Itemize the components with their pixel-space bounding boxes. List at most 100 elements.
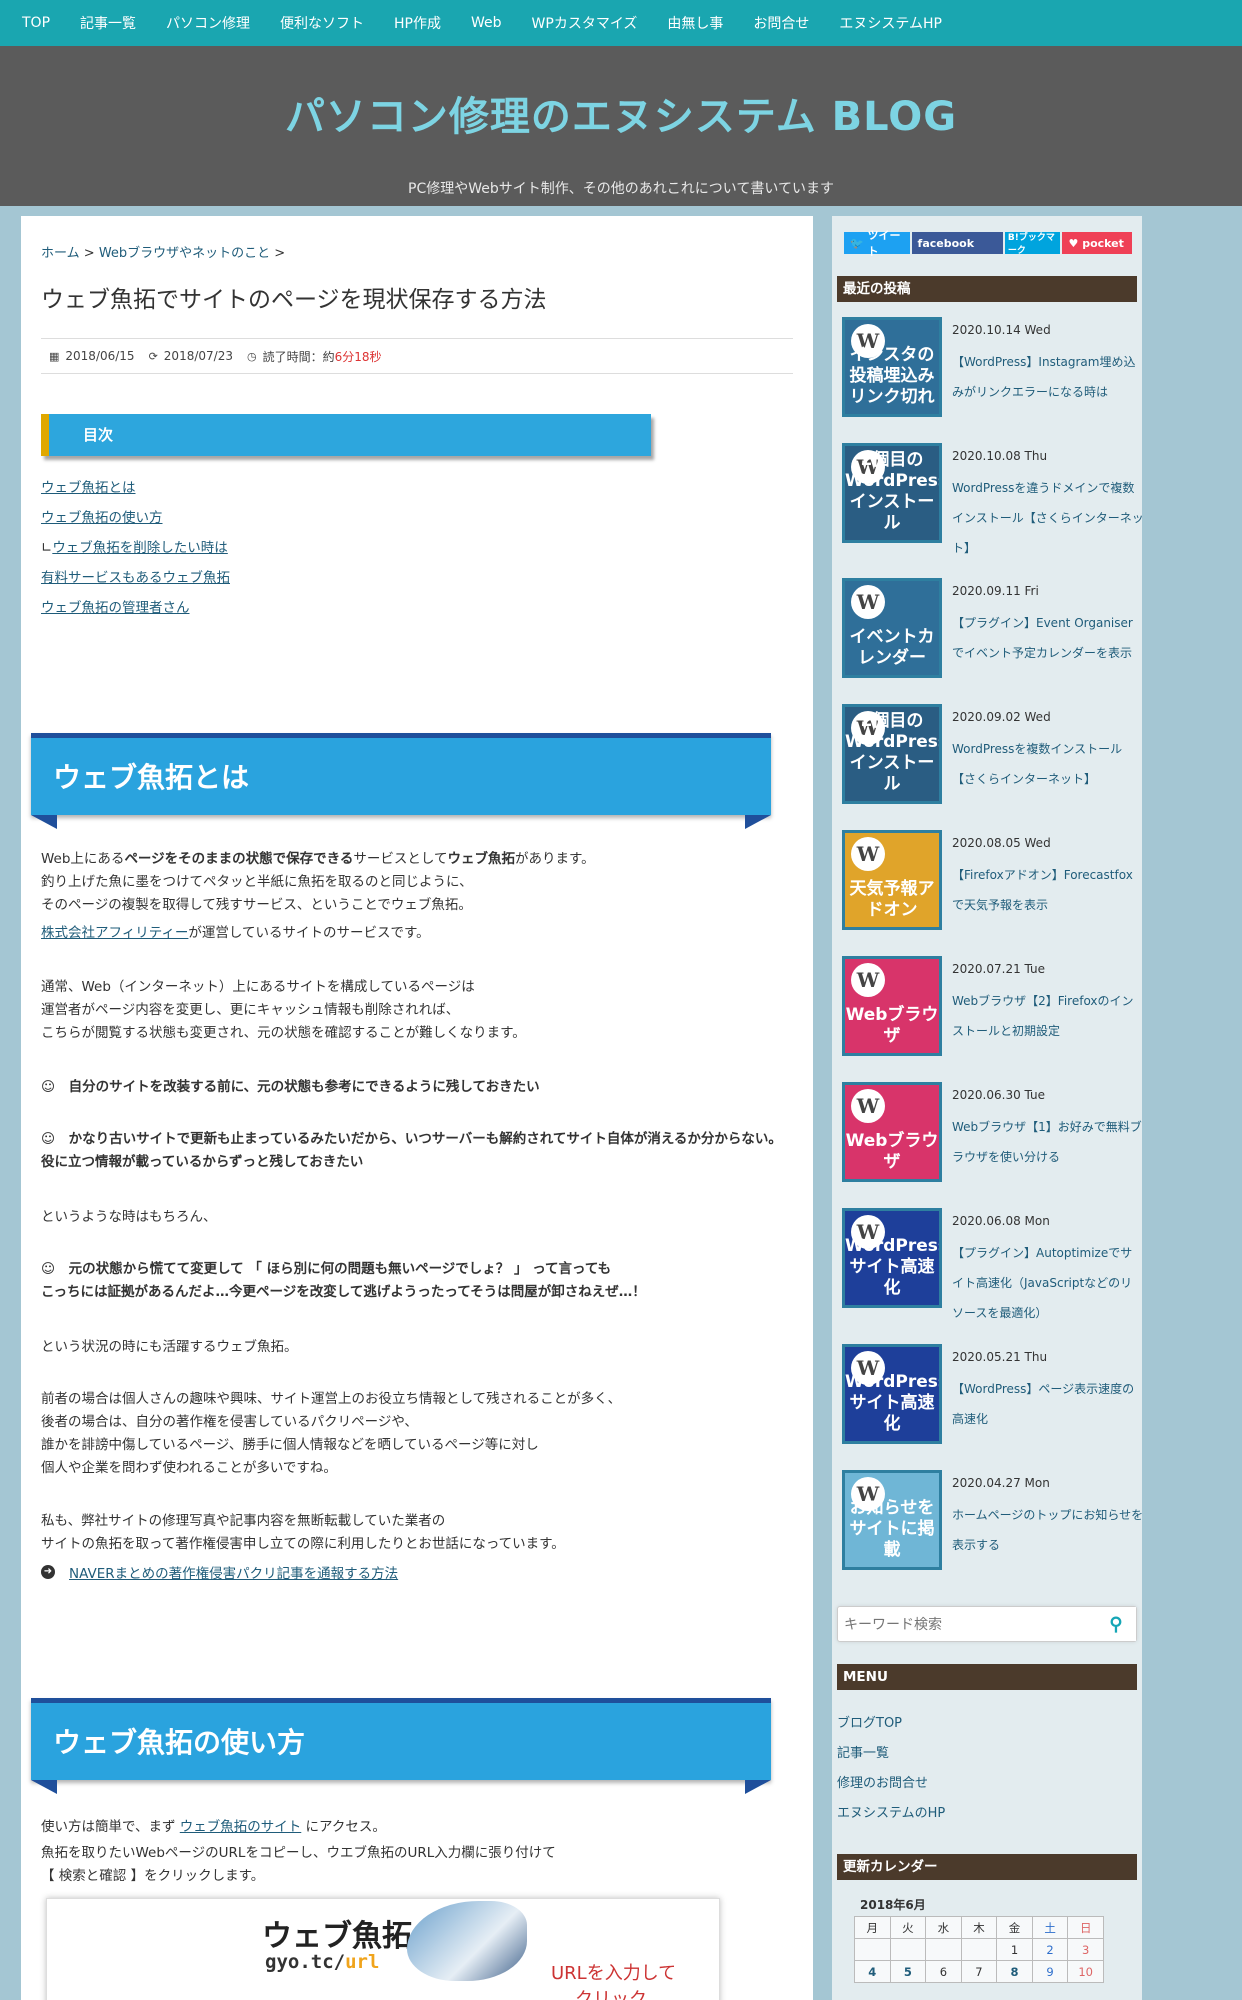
read-time-label: 読了時間：約 bbox=[262, 349, 335, 364]
wordpress-icon: W bbox=[851, 837, 885, 871]
post-thumbnail[interactable]: W Webブラウザ bbox=[842, 956, 942, 1056]
screenshot-note: URLを入力して クリック bbox=[551, 1963, 677, 2000]
menu-link-contact[interactable]: 修理のお問合せ bbox=[837, 1772, 928, 1791]
paragraph: 前者の場合は個人さんの趣味や興味、サイト運営上のお役立ち情報として残されることが… bbox=[41, 1391, 622, 1476]
search-form: ⚲ bbox=[837, 1606, 1137, 1642]
search-button[interactable]: ⚲ bbox=[1096, 1607, 1136, 1641]
post-title: ウェブ魚拓でサイトのページを現状保存する方法 bbox=[41, 287, 547, 313]
fish-icon bbox=[407, 1901, 527, 1981]
post-thumbnail[interactable]: W イベントカレンダー bbox=[842, 578, 942, 678]
recent-posts-title: 最近の投稿 bbox=[837, 276, 1137, 302]
toc-link[interactable]: ウェブ魚拓とは bbox=[41, 476, 136, 496]
post-meta: ▦ 2018/06/15 ⟳ 2018/07/23 ◷ 読了時間：約 6分18秒 bbox=[41, 338, 793, 374]
recent-post-title[interactable]: WordPressを違うドメインで複数インストール【さくらインターネット】 bbox=[952, 473, 1142, 563]
naver-article-link[interactable]: NAVERまとめの著作権侵害パクリ記事を通報する方法 bbox=[69, 1562, 398, 1582]
toc-title: 目次 bbox=[83, 426, 114, 444]
calendar-title: 更新カレンダー bbox=[837, 1854, 1137, 1880]
paragraph: 魚拓を取りたいWebページのURLをコピーし、ウエブ魚拓のURL入力欄に張り付け… bbox=[41, 1845, 556, 1884]
recent-post-title[interactable]: 【プラグイン】Autoptimizeでサイト高速化（JavaScriptなどのリ… bbox=[952, 1238, 1142, 1328]
search-input[interactable] bbox=[844, 1613, 1094, 1637]
hatena-bookmark-button[interactable]: B!ブックマーク bbox=[1004, 232, 1061, 256]
toc-link[interactable]: ウェブ魚拓の管理者さん bbox=[41, 596, 190, 616]
recent-post-title[interactable]: Webブラウザ【1】お好みで無料ブラウザを使い分ける bbox=[952, 1112, 1142, 1172]
nav-item-misc[interactable]: 由無し事 bbox=[667, 13, 723, 33]
breadcrumb: ホーム > Webブラウザやネットのこと > bbox=[41, 242, 285, 261]
nav-item-web[interactable]: Web bbox=[471, 15, 502, 31]
recent-post-title[interactable]: 【Firefoxアドオン】Forecastfoxで天気予報を表示 bbox=[952, 860, 1142, 920]
quote: ☺ 自分のサイトを改装する前に、元の状態も参考にできるように残しておきたい bbox=[41, 1079, 540, 1095]
recent-post-title[interactable]: ホームページのトップにお知らせを表示する bbox=[952, 1500, 1142, 1560]
clock-icon: ◷ bbox=[246, 349, 257, 363]
calendar-day bbox=[925, 1938, 962, 1961]
menu-link-blog-top[interactable]: ブログTOP bbox=[837, 1712, 902, 1731]
search-icon: ⚲ bbox=[1109, 1613, 1123, 1634]
breadcrumb-separator: > bbox=[274, 246, 286, 261]
menu-link-company-hp[interactable]: エヌシステムのHP bbox=[837, 1802, 945, 1821]
post-thumbnail[interactable]: W インスタの投稿埋込みリンク切れ bbox=[842, 317, 942, 417]
recent-post-date: 2020.10.08 Thu bbox=[952, 449, 1048, 463]
calendar-day: 1 bbox=[996, 1938, 1033, 1961]
toc-link[interactable]: ウェブ魚拓を削除したい時は bbox=[52, 540, 228, 556]
breadcrumb-separator: > bbox=[83, 246, 95, 261]
breadcrumb-category[interactable]: Webブラウザやネットのこと bbox=[99, 246, 270, 261]
post-thumbnail[interactable]: W Webブラウザ bbox=[842, 1082, 942, 1182]
calendar-weekday: 日 bbox=[1067, 1916, 1104, 1939]
menu-link-articles[interactable]: 記事一覧 bbox=[837, 1742, 889, 1761]
quote: ☺ 元の状態から慌てて変更して 「 ほら別に何の問題も無いページでしょ？ 」 っ… bbox=[41, 1261, 646, 1300]
thumbnail-caption: インスタの投稿埋込みリンク切れ bbox=[849, 345, 935, 407]
paragraph: というような時はもちろん、 bbox=[41, 1209, 217, 1225]
recent-post-date: 2020.09.11 Fri bbox=[952, 584, 1039, 598]
facebook-button[interactable]: facebook bbox=[911, 232, 1003, 254]
recent-post-title[interactable]: WordPressを複数インストール【さくらインターネット】 bbox=[952, 734, 1142, 794]
tweet-button[interactable]: 🐦 ツイート bbox=[844, 229, 910, 258]
nav-item-articles[interactable]: 記事一覧 bbox=[80, 13, 136, 33]
share-buttons: 🐦 ツイート facebook B!ブックマーク ♥ pocket bbox=[844, 229, 1132, 258]
gyotaku-site-link[interactable]: ウェブ魚拓のサイト bbox=[180, 1819, 302, 1835]
pocket-button[interactable]: ♥ pocket bbox=[1062, 232, 1132, 254]
post-thumbnail[interactable]: W WordPressサイト高速化 bbox=[842, 1344, 942, 1444]
calendar-day-link[interactable]: 5 bbox=[889, 1960, 927, 1983]
updated-date: 2018/07/23 bbox=[163, 349, 233, 363]
calendar-day bbox=[889, 1938, 927, 1961]
update-calendar: 月 火 水 木 金 土 日 1 2 3 4 5 6 7 8 9 10 bbox=[854, 1916, 1104, 1983]
nav-item-top[interactable]: TOP bbox=[22, 15, 50, 31]
calendar-weekday: 木 bbox=[960, 1916, 998, 1939]
calendar-day-link[interactable]: 4 bbox=[854, 1960, 891, 1983]
nav-item-pc-repair[interactable]: パソコン修理 bbox=[166, 13, 250, 33]
calendar-day-link[interactable]: 8 bbox=[996, 1960, 1033, 1983]
section-heading: ウェブ魚拓の使い方 bbox=[31, 1698, 771, 1794]
recent-post-title[interactable]: 【WordPress】Instagram埋め込みがリンクエラーになる時は bbox=[952, 347, 1142, 407]
post-thumbnail[interactable]: W お知らせをサイトに掲載 bbox=[842, 1470, 942, 1570]
breadcrumb-home[interactable]: ホーム bbox=[41, 246, 80, 261]
paragraph: 株式会社アフィリティーが運営しているサイトのサービスです。 bbox=[41, 925, 430, 941]
calendar-weekday: 水 bbox=[925, 1916, 962, 1939]
wordpress-icon: W bbox=[851, 1089, 885, 1123]
post-thumbnail[interactable]: W 2個目のWordPressインストール bbox=[842, 704, 942, 804]
toc-link[interactable]: ウェブ魚拓の使い方 bbox=[41, 506, 163, 526]
site-title[interactable]: パソコン修理のエヌシステム BLOG bbox=[0, 84, 1242, 142]
calendar-weekday: 金 bbox=[996, 1916, 1033, 1939]
post-thumbnail[interactable]: W 2個目のWordPressインストール bbox=[842, 443, 942, 543]
calendar-icon: ▦ bbox=[49, 349, 60, 363]
nav-item-contact[interactable]: お問合せ bbox=[753, 13, 809, 33]
nav-item-software[interactable]: 便利なソフト bbox=[280, 13, 364, 33]
thumbnail-caption: 2個目のWordPressインストール bbox=[845, 711, 942, 794]
toc-link[interactable]: 有料サービスもあるウェブ魚拓 bbox=[41, 566, 230, 586]
thumbnail-caption: お知らせをサイトに掲載 bbox=[849, 1498, 935, 1560]
menu-title: MENU bbox=[837, 1664, 1137, 1690]
recent-post-title[interactable]: Webブラウザ【2】Firefoxのインストールと初期設定 bbox=[952, 986, 1142, 1046]
recent-post-date: 2020.09.02 Wed bbox=[952, 710, 1051, 724]
related-link: ➜ NAVERまとめの著作権侵害パクリ記事を通報する方法 bbox=[41, 1562, 398, 1582]
post-thumbnail[interactable]: W 天気予報アドオン bbox=[842, 830, 942, 930]
nav-item-company-hp[interactable]: エヌシステムHP bbox=[839, 13, 942, 33]
recent-post-title[interactable]: 【WordPress】ページ表示速度の高速化 bbox=[952, 1374, 1142, 1434]
affility-link[interactable]: 株式会社アフィリティー bbox=[41, 925, 188, 941]
recent-post-date: 2020.04.27 Mon bbox=[952, 1476, 1050, 1490]
wordpress-icon: W bbox=[851, 585, 885, 619]
recent-post-title[interactable]: 【プラグイン】Event Organiserでイベント予定カレンダーを表示 bbox=[952, 608, 1142, 668]
post-thumbnail[interactable]: W WordPressサイト高速化 bbox=[842, 1208, 942, 1308]
calendar-day: 9 bbox=[1031, 1960, 1069, 1983]
nav-item-hp[interactable]: HP作成 bbox=[394, 13, 441, 33]
nav-item-wp-customize[interactable]: WPカスタマイズ bbox=[532, 13, 638, 33]
calendar-day: 6 bbox=[925, 1960, 962, 1983]
